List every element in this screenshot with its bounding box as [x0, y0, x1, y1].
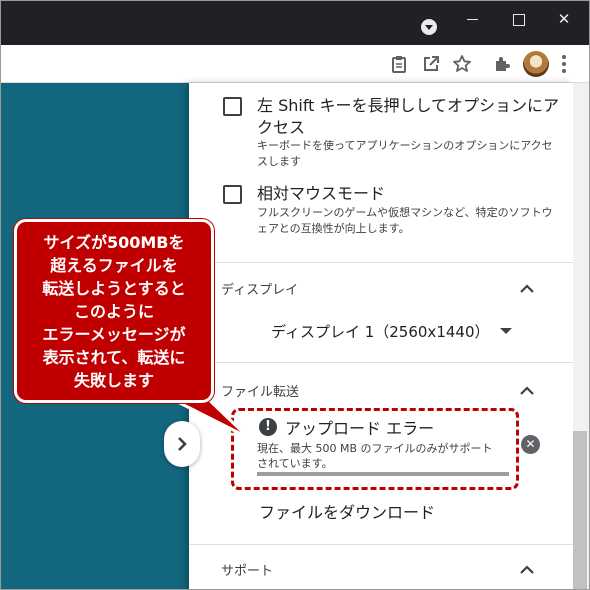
chevron-right-icon: [178, 437, 187, 451]
dropdown-arrow-icon[interactable]: [500, 328, 512, 334]
section-divider: [189, 362, 573, 363]
file-transfer-section-title: ファイル転送: [221, 385, 300, 400]
scrollbar-thumb[interactable]: [573, 431, 587, 589]
maximize-button[interactable]: [503, 7, 533, 31]
shift-key-option-description: キーボードを使ってアプリケーションのオプションにアクセスします: [257, 139, 553, 168]
display-section-title: ディスプレイ: [221, 283, 299, 298]
star-icon[interactable]: [452, 54, 472, 74]
browser-window: ✕ 左 Shift キーを長押ししてオプションにアクセス キーボードを使ってアプ…: [0, 0, 590, 590]
shift-key-option-checkbox[interactable]: [223, 97, 242, 116]
alert-icon: !: [259, 418, 277, 436]
title-bar: ✕: [1, 1, 589, 45]
support-section-title: サポート: [221, 564, 274, 579]
avatar[interactable]: [523, 51, 549, 77]
chevron-up-icon[interactable]: [518, 283, 536, 295]
external-link-icon[interactable]: [421, 54, 441, 74]
panel-toggle-button[interactable]: [164, 421, 200, 467]
relative-mouse-description: フルスクリーンのゲームや仮想マシンなど、特定のソフトウェアとの互換性が向上します…: [257, 206, 553, 235]
chevron-up-icon[interactable]: [518, 564, 536, 576]
browser-toolbar: [1, 45, 589, 83]
chevron-up-icon[interactable]: [518, 385, 536, 397]
upload-error-title: アップロード エラー: [285, 419, 435, 438]
relative-mouse-title: 相対マウスモード: [257, 184, 386, 203]
dismiss-error-icon[interactable]: ✕: [521, 435, 540, 454]
close-window-button[interactable]: ✕: [549, 7, 579, 31]
relative-mouse-checkbox[interactable]: [223, 185, 242, 204]
section-divider: [189, 262, 573, 263]
more-menu-icon[interactable]: [562, 55, 566, 73]
profile-dropdown-icon[interactable]: [421, 19, 437, 35]
minimize-button[interactable]: [457, 7, 487, 31]
upload-error-message: 現在、最大 500 MB のファイルのみがサポートされています。: [257, 442, 493, 470]
upload-progress-bar: [257, 472, 509, 476]
extensions-icon[interactable]: [492, 54, 512, 74]
clipboard-icon[interactable]: [389, 54, 409, 74]
shift-key-option-title: 左 Shift キーを長押ししてオプションにアクセス: [257, 96, 560, 137]
annotation-callout-text: サイズが500MBを 超えるファイルを 転送しようとすると このように エラーメ…: [42, 233, 186, 390]
section-divider: [189, 544, 573, 545]
display-select[interactable]: ディスプレイ 1（2560x1440）: [271, 321, 490, 342]
download-file-button[interactable]: ファイルをダウンロード: [259, 499, 435, 523]
